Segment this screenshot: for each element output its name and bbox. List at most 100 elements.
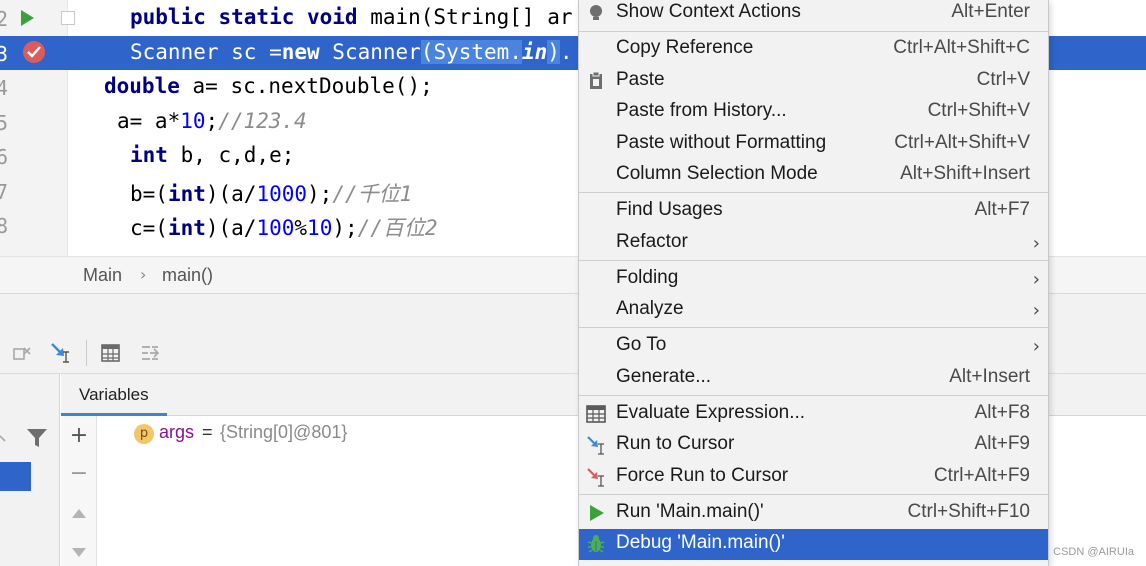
- code-text: b=(int)(a/1000);//千位1: [130, 178, 412, 208]
- code-token: int: [130, 143, 181, 167]
- menu-item-shortcut: Ctrl+Alt+Shift+V: [894, 132, 1030, 153]
- frames-pane: [0, 374, 60, 566]
- move-down-icon[interactable]: [69, 542, 89, 562]
- variables-list: p args = {String[0]@801}: [98, 416, 578, 566]
- menu-item-run-main[interactable]: Run 'Main.main()' Ctrl+Shift+F10: [579, 498, 1048, 529]
- code-token: in: [521, 40, 548, 64]
- code-text: Scanner sc =new Scanner(System.in).: [130, 40, 573, 64]
- code-token: 100: [256, 216, 295, 240]
- code-token: //千位1: [332, 182, 413, 206]
- run-gutter-icon[interactable]: [21, 10, 34, 26]
- chevron-down-icon[interactable]: [0, 428, 10, 448]
- menu-item-label: Paste without Formatting: [616, 132, 827, 153]
- variables-side-toolbar: + −: [61, 416, 97, 566]
- add-watch-icon[interactable]: +: [69, 425, 89, 447]
- code-token: //123.4: [218, 109, 307, 133]
- code-token: .: [559, 40, 573, 64]
- menu-item-evaluate-expression[interactable]: Evaluate Expression... Alt+F8: [579, 399, 1048, 430]
- menu-item-go-to[interactable]: Go To ›: [579, 331, 1048, 362]
- calculator-icon: [586, 404, 606, 424]
- remove-watch-icon[interactable]: −: [69, 463, 89, 485]
- run-to-cursor-toolbar-icon[interactable]: [48, 340, 74, 366]
- variable-equals: =: [202, 422, 213, 442]
- tab-variables[interactable]: Variables: [61, 374, 167, 416]
- menu-item-label: Find Usages: [616, 199, 723, 220]
- filter-icon[interactable]: [25, 426, 49, 450]
- code-token: )(a/: [205, 182, 257, 206]
- menu-item-label: Run 'Main.main()': [616, 501, 764, 522]
- menu-item-analyze[interactable]: Analyze ›: [579, 295, 1048, 326]
- menu-item-shortcut: Alt+F8: [974, 402, 1030, 423]
- menu-item-shortcut: Alt+Enter: [951, 1, 1030, 22]
- line-number: 8: [0, 214, 8, 238]
- menu-item-label: Analyze: [616, 298, 684, 319]
- bulb-icon: [586, 3, 606, 23]
- clipboard-icon: [586, 71, 606, 91]
- editor-context-menu: Show Context Actions Alt+Enter Copy Refe…: [578, 0, 1049, 566]
- menu-item-force-run-to-cursor[interactable]: Force Run to Cursor Ctrl+Alt+F9: [579, 462, 1048, 493]
- menu-item-folding[interactable]: Folding ›: [579, 264, 1048, 295]
- menu-item-label: Show Context Actions: [616, 1, 801, 22]
- menu-separator: [579, 494, 1048, 495]
- code-token: int: [167, 182, 206, 206]
- line-number: 4: [0, 76, 8, 100]
- line-number: 7: [0, 180, 8, 204]
- line-number: 3: [0, 42, 8, 66]
- menu-item-show-context-actions[interactable]: Show Context Actions Alt+Enter: [579, 0, 1048, 29]
- menu-item-paste[interactable]: Paste Ctrl+V: [579, 66, 1048, 97]
- move-up-icon[interactable]: [69, 504, 89, 524]
- code-token: a= a*: [117, 109, 181, 133]
- run-icon: [586, 503, 606, 523]
- force-run-to-cursor-icon: [586, 467, 606, 487]
- selected-frame-row[interactable]: [0, 462, 31, 491]
- drop-frame-icon[interactable]: [10, 340, 36, 366]
- code-token: );: [332, 216, 358, 240]
- breakpoint-icon[interactable]: [23, 41, 45, 63]
- breadcrumb-method[interactable]: main(): [162, 265, 213, 286]
- code-text: double a= sc.nextDouble();: [104, 74, 433, 98]
- menu-item-copy-reference[interactable]: Copy Reference Ctrl+Alt+Shift+C: [579, 34, 1048, 65]
- evaluate-expression-toolbar-icon[interactable]: [98, 340, 124, 366]
- menu-item-label: Generate...: [616, 366, 712, 387]
- menu-item-label: Force Run to Cursor: [616, 465, 789, 486]
- menu-item-column-selection-mode[interactable]: Column Selection Mode Alt+Shift+Insert: [579, 160, 1048, 191]
- menu-item-label: Folding: [616, 267, 679, 288]
- menu-separator: [579, 192, 1048, 193]
- menu-separator: [579, 31, 1048, 32]
- code-token: int: [167, 216, 206, 240]
- code-token: %: [294, 216, 308, 240]
- menu-item-run-to-cursor[interactable]: Run to Cursor Alt+F9: [579, 430, 1048, 461]
- menu-item-paste-without-formatting[interactable]: Paste without Formatting Ctrl+Alt+Shift+…: [579, 129, 1048, 160]
- trace-current-stream-icon[interactable]: [138, 340, 164, 366]
- menu-separator: [579, 260, 1048, 261]
- submenu-arrow-icon: ›: [1032, 233, 1040, 254]
- submenu-arrow-icon: ›: [1032, 269, 1040, 290]
- code-token: a= sc.nextDouble();: [192, 74, 433, 98]
- menu-item-label: Copy Reference: [616, 37, 754, 58]
- menu-item-shortcut: Alt+Insert: [949, 366, 1030, 387]
- fold-marker-icon[interactable]: [61, 11, 75, 25]
- menu-item-refactor[interactable]: Refactor ›: [579, 228, 1048, 259]
- menu-item-generate[interactable]: Generate... Alt+Insert: [579, 363, 1048, 394]
- code-token: main(String[] ar: [370, 5, 573, 29]
- parameter-badge-icon: p: [134, 424, 154, 444]
- breadcrumb-class[interactable]: Main: [83, 265, 122, 286]
- menu-item-label: Refactor: [616, 231, 688, 252]
- menu-item-shortcut: Ctrl+V: [976, 69, 1030, 90]
- code-token: b=(: [130, 182, 168, 206]
- code-token: ): [547, 40, 560, 64]
- menu-item-label: Debug 'Main.main()': [616, 532, 785, 553]
- code-token: ;: [205, 109, 219, 133]
- menu-item-find-usages[interactable]: Find Usages Alt+F7: [579, 196, 1048, 227]
- code-token: c=(: [130, 216, 168, 240]
- code-token: );: [307, 182, 333, 206]
- code-text: a= a*10;//123.4: [117, 109, 307, 133]
- menu-item-debug-main[interactable]: Debug 'Main.main()': [579, 529, 1048, 560]
- code-token: new: [281, 40, 333, 64]
- line-number: 5: [0, 111, 8, 135]
- menu-item-label: Paste from History...: [616, 100, 787, 121]
- code-token: public static void: [130, 5, 371, 29]
- menu-item-shortcut: Ctrl+Alt+Shift+C: [893, 37, 1030, 58]
- line-number: 6: [0, 145, 8, 169]
- menu-item-paste-from-history[interactable]: Paste from History... Ctrl+Shift+V: [579, 97, 1048, 128]
